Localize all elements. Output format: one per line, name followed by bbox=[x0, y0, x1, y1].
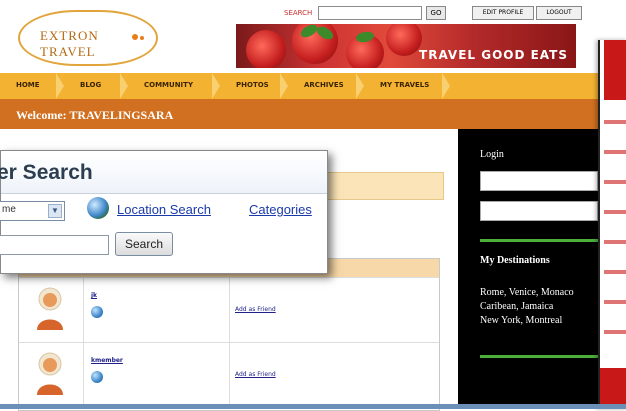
banner-text: TRAVEL GOOD EATS bbox=[419, 48, 568, 62]
taskbar-strip bbox=[0, 404, 626, 409]
logout-button[interactable]: LOGOUT bbox=[536, 6, 582, 20]
window-header bbox=[604, 40, 626, 100]
welcome-bar: Welcome: TRAVELINGSARA bbox=[0, 99, 598, 129]
window-footer bbox=[600, 368, 626, 409]
site-search-input[interactable] bbox=[318, 6, 422, 20]
search-button[interactable]: Search bbox=[115, 232, 173, 256]
globe-icon[interactable] bbox=[91, 371, 103, 383]
divider bbox=[480, 355, 606, 358]
main-nav: HOME BLOG COMMUNITY PHOTOS ARCHIVES MY T… bbox=[0, 73, 598, 99]
categories-link[interactable]: Categories bbox=[249, 202, 312, 217]
edit-profile-button[interactable]: EDIT PROFILE bbox=[472, 6, 534, 20]
location-search-link[interactable]: Location Search bbox=[117, 202, 211, 217]
search-label: SEARCH bbox=[284, 9, 313, 17]
banner-image: TRAVEL GOOD EATS bbox=[236, 24, 576, 68]
table-row: jk Add as Friend bbox=[19, 277, 439, 342]
username-link[interactable]: jk bbox=[91, 292, 97, 299]
username-field[interactable] bbox=[480, 171, 598, 191]
divider bbox=[480, 239, 606, 242]
nav-archives[interactable]: ARCHIVES bbox=[304, 81, 344, 89]
destinations-title: My Destinations bbox=[480, 255, 550, 266]
login-sidebar: Login My Destinations Rome, Venice, Mona… bbox=[458, 129, 606, 409]
nav-my-travels[interactable]: MY TRAVELS bbox=[380, 81, 429, 89]
nav-home[interactable]: HOME bbox=[16, 81, 40, 89]
panel-title: er Search bbox=[0, 161, 93, 184]
destination-item: Rome, Venice, Monaco bbox=[480, 287, 574, 298]
logo-dot-icon bbox=[140, 36, 144, 40]
login-label: Login bbox=[480, 149, 504, 160]
nav-blog[interactable]: BLOG bbox=[80, 81, 101, 89]
avatar-icon bbox=[37, 287, 63, 330]
add-friend-link[interactable]: Add as Friend bbox=[235, 371, 276, 378]
site-logo[interactable]: EXTRON TRAVEL bbox=[18, 10, 158, 66]
screenshot: EXTRON TRAVEL SEARCH GO EDIT PROFILE LOG… bbox=[0, 0, 626, 411]
nav-community[interactable]: COMMUNITY bbox=[144, 81, 193, 89]
chevron-down-icon[interactable]: ▼ bbox=[48, 204, 62, 218]
logo-dot-icon bbox=[132, 34, 138, 40]
search-type-select[interactable]: me ▼ bbox=[0, 201, 65, 221]
search-go-button[interactable]: GO bbox=[426, 6, 446, 20]
logo-text: EXTRON TRAVEL bbox=[40, 28, 99, 59]
welcome-text: Welcome: TRAVELINGSARA bbox=[16, 108, 174, 122]
nav-photos[interactable]: PHOTOS bbox=[236, 81, 269, 89]
username-link[interactable]: kmember bbox=[91, 357, 123, 364]
add-friend-link[interactable]: Add as Friend bbox=[235, 306, 276, 313]
member-search-panel: er Search me ▼ Location Search Categorie… bbox=[0, 150, 328, 274]
globe-icon[interactable] bbox=[91, 306, 103, 318]
avatar-icon bbox=[37, 352, 63, 395]
destination-item: New York, Montreal bbox=[480, 315, 563, 326]
destination-item: Caribean, Jamaica bbox=[480, 301, 554, 312]
select-value: me bbox=[2, 204, 16, 215]
password-field[interactable] bbox=[480, 201, 598, 221]
panel-header: er Search bbox=[0, 155, 327, 194]
table-row: kmember Add as Friend bbox=[19, 342, 439, 407]
member-results-table: jk Add as Friend kmember Add as Friend bbox=[18, 258, 440, 411]
member-search-input[interactable] bbox=[0, 235, 109, 255]
globe-icon[interactable] bbox=[87, 197, 109, 219]
background-window bbox=[598, 40, 626, 409]
